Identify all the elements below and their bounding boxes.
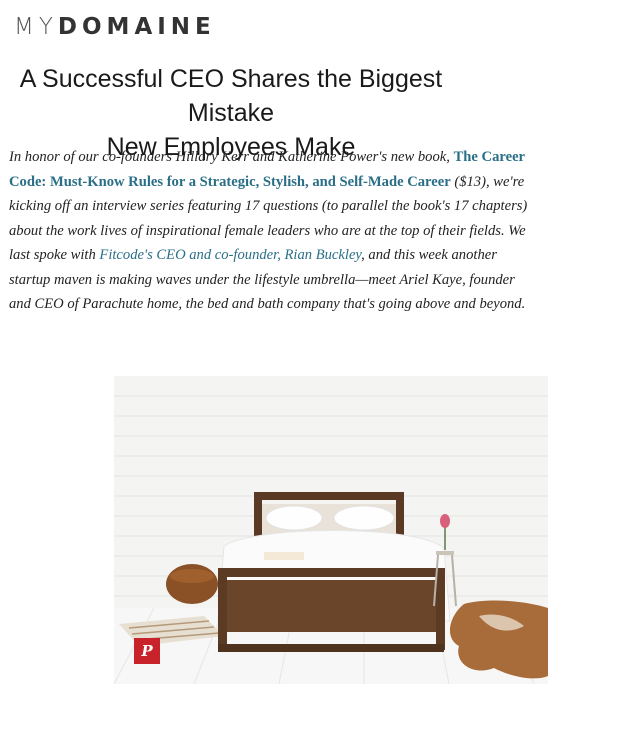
headline-line-1: A Successful CEO Shares the Biggest Mist… — [19, 65, 443, 127]
article-hero-image — [114, 376, 548, 684]
logo-main: DOMAINE — [57, 14, 216, 40]
site-logo[interactable]: MYDOMAINE — [14, 14, 216, 40]
pinterest-save-button[interactable]: P — [134, 638, 160, 664]
bedroom-photo — [114, 376, 548, 684]
pinterest-icon: P — [141, 642, 153, 660]
article-intro-paragraph: In honor of our co-founders Hillary Kerr… — [9, 145, 535, 317]
interview-link[interactable]: Fitcode's CEO and co-founder, Rian Buckl… — [99, 247, 361, 263]
logo-prefix: MY — [14, 14, 58, 40]
intro-text: In honor of our co-founders Hillary Kerr… — [9, 149, 454, 165]
